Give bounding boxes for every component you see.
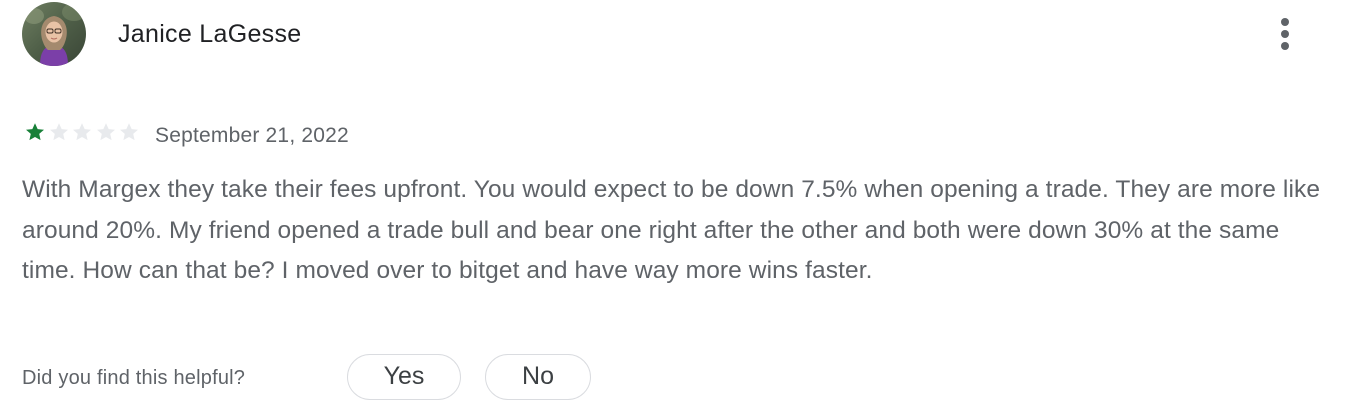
more-vert-icon bbox=[1281, 18, 1289, 26]
review-date: September 21, 2022 bbox=[155, 124, 349, 147]
star-empty-icon bbox=[118, 121, 140, 143]
helpful-question: Did you find this helpful? bbox=[22, 367, 246, 389]
review-text: With Margex they take their fees upfront… bbox=[22, 176, 1321, 284]
star-filled-icon bbox=[24, 121, 46, 143]
helpful-no-button[interactable]: No bbox=[485, 354, 591, 400]
author-avatar bbox=[22, 2, 86, 66]
star-empty-icon bbox=[95, 121, 117, 143]
more-options-button[interactable] bbox=[1270, 14, 1302, 54]
star-empty-icon bbox=[48, 121, 70, 143]
avatar-photo-icon bbox=[22, 2, 86, 66]
review-card: Janice LaGesse September 21, 2022 With M… bbox=[0, 0, 1366, 412]
star-rating bbox=[24, 121, 142, 143]
helpful-yes-button[interactable]: Yes bbox=[347, 354, 461, 400]
author-name: Janice LaGesse bbox=[118, 20, 302, 48]
star-empty-icon bbox=[71, 121, 93, 143]
